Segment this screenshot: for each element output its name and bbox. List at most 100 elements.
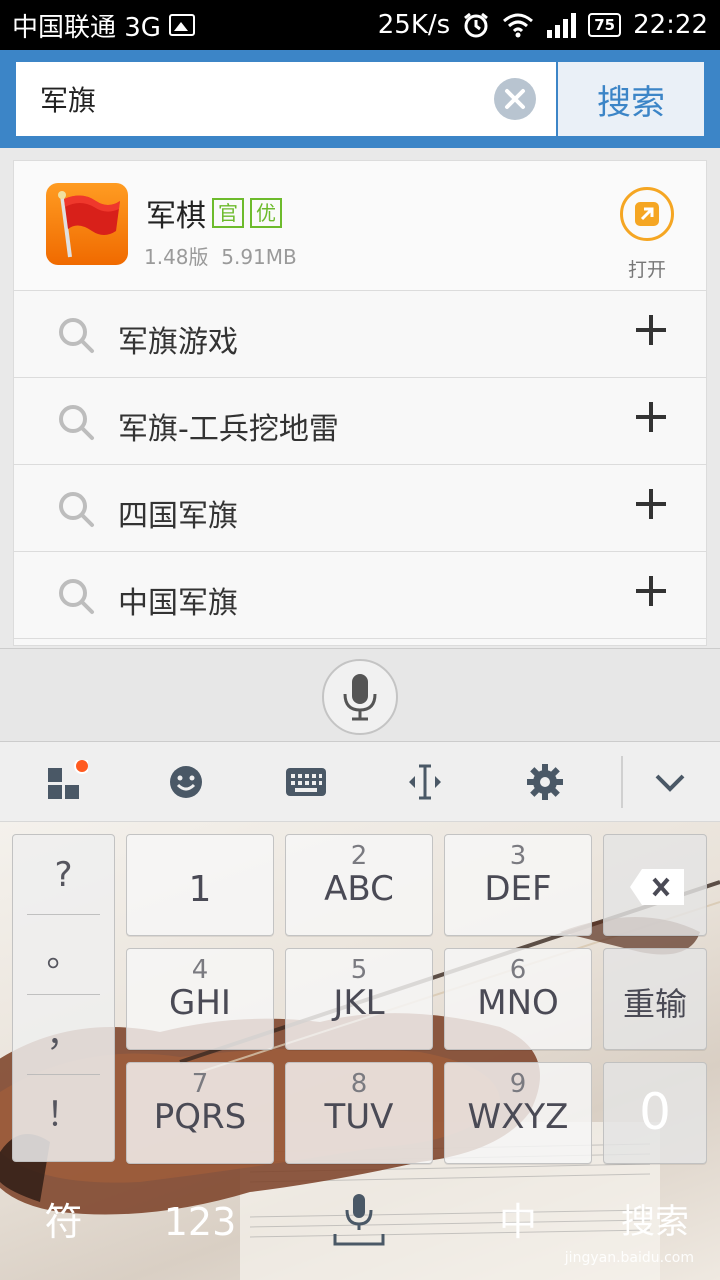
key-7-pqrs[interactable]: 7 PQRS: [126, 1062, 274, 1164]
emoji-icon: [170, 766, 202, 798]
key-number: 4: [191, 955, 209, 985]
symbol-key[interactable]: 符: [12, 1174, 115, 1270]
punct-key-question[interactable]: ?: [27, 835, 100, 915]
alarm-icon: [464, 12, 489, 38]
text-cursor-icon: [409, 764, 441, 800]
key-4-ghi[interactable]: 4 GHI: [126, 948, 274, 1050]
open-app-button[interactable]: 打开: [620, 187, 674, 282]
search-button[interactable]: 搜索: [558, 62, 704, 136]
plus-icon: [636, 576, 666, 606]
key-number: 2: [350, 841, 368, 871]
arrow-up-right-icon: [635, 202, 659, 226]
image-notification-icon: [168, 14, 195, 36]
search-icon: [59, 318, 94, 353]
app-size: 5.91MB: [221, 245, 297, 269]
key-number: 6: [509, 955, 527, 985]
apps-grid-button[interactable]: [44, 760, 88, 804]
emoji-button[interactable]: [164, 760, 208, 804]
microphone-icon: [333, 1194, 385, 1246]
punctuation-column: ? 。 ， ！: [12, 834, 115, 1162]
official-tag: 官: [212, 198, 244, 228]
punct-key-period[interactable]: 。: [27, 915, 100, 995]
search-icon: [59, 579, 94, 614]
key-5-jkl[interactable]: 5 JKL: [285, 948, 433, 1050]
numbers-key[interactable]: 123: [126, 1174, 274, 1270]
app-meta: 1.48版 5.91MB: [144, 241, 297, 270]
gear-icon: [527, 764, 563, 800]
punct-key-exclaim[interactable]: ！: [27, 1075, 100, 1155]
suggestion-text: 中国军旗: [118, 586, 238, 621]
key-number: 5: [350, 955, 368, 985]
key-number: 8: [350, 1069, 368, 1099]
space-key[interactable]: [285, 1174, 433, 1270]
add-to-search-button[interactable]: [634, 311, 668, 355]
key-letters: TUV: [324, 1097, 394, 1137]
plus-icon: [636, 315, 666, 345]
suggestion-row[interactable]: 军旗游戏: [14, 291, 706, 378]
suggestion-row[interactable]: 军旗-工兵挖地雷: [14, 378, 706, 465]
carrier-label: 中国联通 3G: [12, 12, 161, 43]
app-title: 军棋: [146, 199, 206, 234]
key-number: 7: [191, 1069, 209, 1099]
voice-input-button[interactable]: [322, 659, 398, 735]
suggestion-row[interactable]: 四国军旗: [14, 465, 706, 552]
key-6-mno[interactable]: 6 MNO: [444, 948, 592, 1050]
suggestion-text: 军旗游戏: [118, 325, 238, 360]
watermark: jingyan.baidu.com: [564, 1250, 694, 1266]
key-letters: 1: [188, 869, 212, 910]
keyboard-switch-button[interactable]: [284, 760, 328, 804]
cursor-move-button[interactable]: [403, 760, 447, 804]
microphone-icon: [343, 674, 377, 721]
app-flag-icon: [46, 183, 128, 265]
app-name: 军棋 官 优: [146, 191, 282, 235]
zero-key[interactable]: 0: [603, 1062, 707, 1164]
network-speed: 25K/s: [377, 10, 451, 40]
plus-icon: [636, 489, 666, 519]
toolbar-divider: [621, 756, 623, 808]
key-letters: ABC: [324, 869, 394, 909]
add-to-search-button[interactable]: [634, 572, 668, 616]
key-letters: JKL: [333, 983, 385, 1023]
key-letters: MNO: [477, 983, 559, 1023]
key-1[interactable]: 1: [126, 834, 274, 936]
key-letters: WXYZ: [467, 1097, 569, 1137]
key-9-wxyz[interactable]: 9 WXYZ: [444, 1062, 592, 1164]
key-number: 3: [509, 841, 527, 871]
close-icon: [505, 89, 525, 109]
suggestion-text: 四国军旗: [118, 499, 238, 534]
signal-icon: [547, 13, 577, 38]
search-icon: [59, 405, 94, 440]
key-letters: DEF: [484, 869, 552, 909]
open-label: 打开: [627, 259, 666, 281]
search-input[interactable]: 军旗: [16, 62, 556, 136]
clear-search-button[interactable]: [494, 78, 536, 120]
keyboard: ? 。 ， ！ 1 2 ABC 3 DEF 4 GHI 5 JKL 6 MNO …: [0, 822, 720, 1280]
app-result-row[interactable]: 军棋 官 优 1.48版 5.91MB 打开: [14, 161, 706, 291]
key-letters: PQRS: [153, 1097, 247, 1137]
punct-key-comma[interactable]: ，: [27, 995, 100, 1075]
add-to-search-button[interactable]: [634, 485, 668, 529]
hide-keyboard-button[interactable]: [648, 760, 692, 804]
search-header: 军旗 搜索: [0, 50, 720, 148]
backspace-icon: [630, 869, 684, 905]
retype-label: 重输: [622, 985, 687, 1023]
suggestion-row[interactable]: 中国军旗: [14, 552, 706, 639]
settings-button[interactable]: [523, 760, 567, 804]
apps-grid-icon: [48, 760, 88, 799]
key-2-abc[interactable]: 2 ABC: [285, 834, 433, 936]
chevron-down-icon: [655, 774, 685, 792]
key-8-tuv[interactable]: 8 TUV: [285, 1062, 433, 1164]
search-results: 军棋 官 优 1.48版 5.91MB 打开 军旗游戏 军旗-工兵挖地雷 四国军…: [13, 160, 707, 646]
voice-input-bar: [0, 648, 720, 742]
quality-tag: 优: [250, 198, 282, 228]
search-query-text: 军旗: [40, 84, 97, 117]
zero-label: 0: [639, 1083, 671, 1141]
keyboard-icon: [286, 768, 326, 796]
add-to-search-button[interactable]: [634, 398, 668, 442]
retype-key[interactable]: 重输: [603, 948, 707, 1050]
suggestion-text: 军旗-工兵挖地雷: [118, 412, 339, 447]
backspace-key[interactable]: [603, 834, 707, 936]
key-3-def[interactable]: 3 DEF: [444, 834, 592, 936]
keyboard-toolbar: [0, 742, 720, 822]
app-version: 1.48版: [144, 245, 209, 269]
